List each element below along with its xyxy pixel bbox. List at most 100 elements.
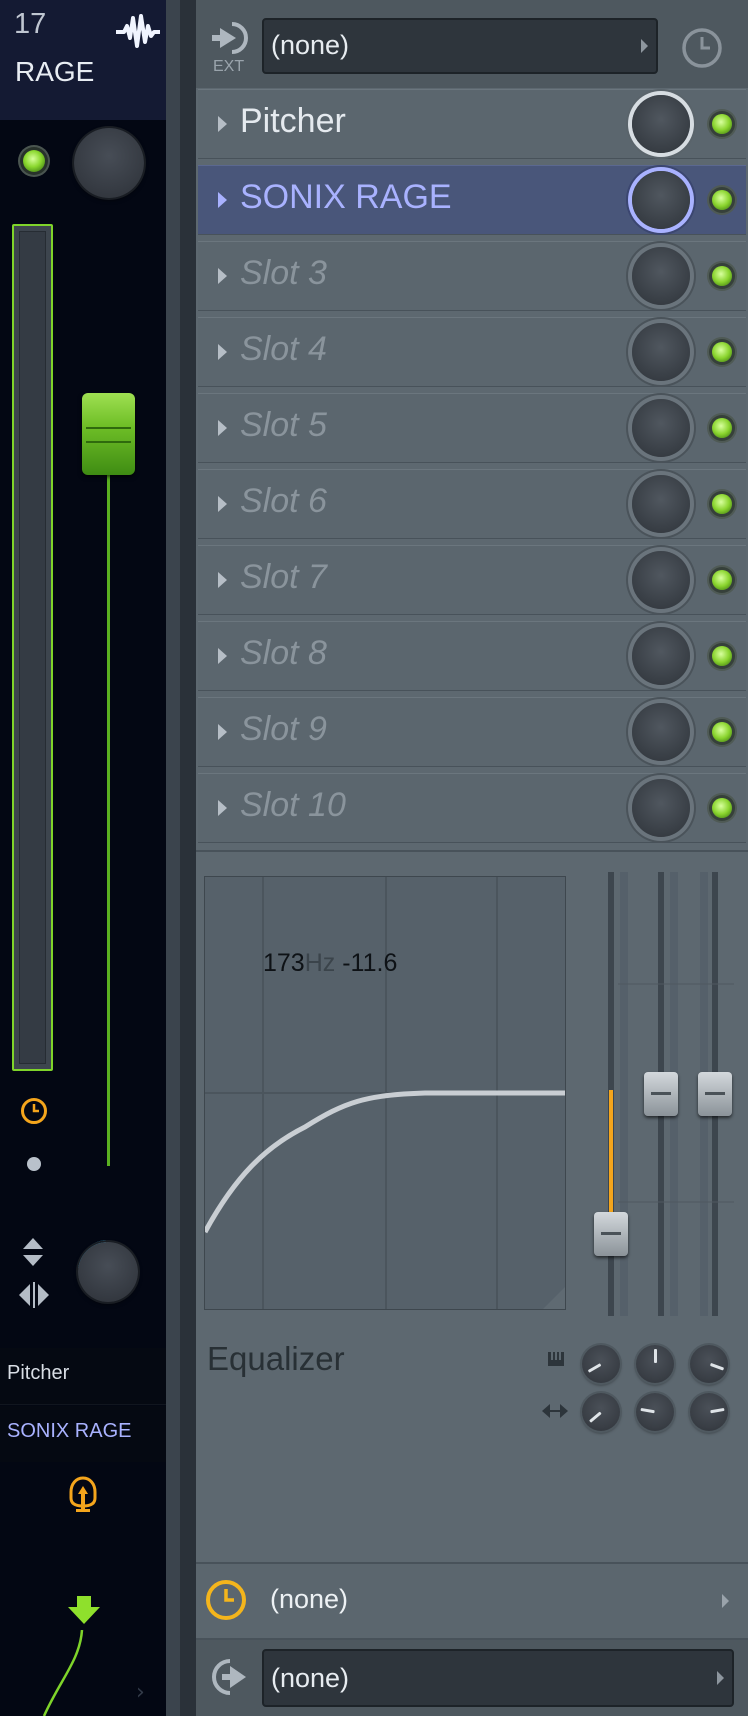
slot-name: Slot 8 [240,634,327,672]
route-label: SONIX RAGE [7,1420,132,1442]
effect-slot-9[interactable]: Slot 9 [198,697,746,767]
channel-name: RAGE [15,56,95,87]
effect-slot-5[interactable]: Slot 5 [198,393,746,463]
slot-mix-knob[interactable] [632,95,690,153]
slot-enable-led[interactable] [712,494,732,514]
expand-arrow-icon[interactable] [218,496,227,512]
slot-enable-led[interactable] [712,266,732,286]
channel-number: 17 [14,8,47,40]
effect-slot-7[interactable]: Slot 7 [198,545,746,615]
slot-enable-led[interactable] [712,722,732,742]
bandwidth-icon [542,1404,568,1418]
time-select-bar[interactable]: (none) [196,1564,748,1638]
expand-arrow-icon[interactable] [218,420,227,436]
slot-enable-led[interactable] [712,646,732,666]
channel-header[interactable]: 17 RAGE [0,0,166,120]
slot-name: SONIX RAGE [240,178,452,216]
expand-arrow-icon[interactable] [218,268,227,284]
eq-band-faders [590,872,736,1316]
slot-enable-led[interactable] [712,342,732,362]
eq-readout: 173Hz -11.6 [263,949,398,977]
slot-enable-led[interactable] [712,798,732,818]
expand-arrow-icon[interactable] [218,116,227,132]
slot-mix-knob[interactable] [632,247,690,305]
route-item-pitcher[interactable]: Pitcher [0,1348,166,1405]
piano-keys-icon [548,1352,564,1366]
effect-slot-6[interactable]: Slot 6 [198,469,746,539]
effect-slot-1[interactable]: Pitcher [198,89,746,159]
eq-mid-fader[interactable] [644,1072,678,1116]
arrow-down-icon[interactable] [68,1596,100,1624]
eq-high-fader[interactable] [698,1072,732,1116]
volume-fader-track [107,470,110,1166]
pan-knob[interactable] [74,1238,142,1306]
eq-low-freq-knob[interactable] [582,1345,620,1383]
slot-mix-knob[interactable] [632,171,690,229]
effect-slot-2[interactable]: SONIX RAGE [198,165,746,235]
channel-enable-led[interactable] [23,150,45,172]
slot-name: Slot 3 [240,254,327,292]
slot-name: Slot 4 [240,330,327,368]
chevron-right-icon[interactable]: › [136,1680,145,1705]
slot-mix-knob[interactable] [632,703,690,761]
route-label: Pitcher [7,1362,70,1384]
eq-graph[interactable]: 173Hz -11.6 [204,876,566,1310]
eq-high-bw-knob[interactable] [690,1393,728,1431]
send-icon[interactable] [68,1476,98,1516]
clock-icon[interactable] [204,1578,248,1622]
expand-arrow-icon[interactable] [218,800,227,816]
arm-disk-recording-dot[interactable] [27,1157,41,1171]
expand-arrow-icon[interactable] [218,572,227,588]
expand-arrow-icon[interactable] [218,648,227,664]
slot-name: Slot 9 [240,710,327,748]
effect-slot-3[interactable]: Slot 3 [198,241,746,311]
slot-name: Slot 5 [240,406,327,444]
swap-vertical-icon[interactable] [20,1236,46,1268]
stereo-separation-knob[interactable] [74,128,144,198]
expand-arrow-icon[interactable] [218,192,227,208]
eq-low-bw-knob[interactable] [582,1393,620,1431]
eq-mid-bw-knob[interactable] [636,1393,674,1431]
clock-icon[interactable] [680,26,724,70]
slot-enable-led[interactable] [712,190,732,210]
eq-mid-freq-knob[interactable] [636,1345,674,1383]
slot-mix-knob[interactable] [632,399,690,457]
mixer-channel-strip: 17 RAGE Pitcher SONIX RAGE › [0,0,166,1716]
slot-enable-led[interactable] [712,570,732,590]
slot-name: Slot 7 [240,558,327,596]
slot-name: Slot 10 [240,786,346,824]
route-item-sonix-rage[interactable]: SONIX RAGE [0,1406,166,1462]
waveform-icon[interactable] [116,12,160,52]
slot-name: Slot 6 [240,482,327,520]
ext-input-icon[interactable] [210,20,250,56]
slot-mix-knob[interactable] [632,627,690,685]
chevron-right-icon[interactable] [722,1594,729,1608]
input-select[interactable]: (none) [262,18,658,74]
expand-arrow-icon[interactable] [218,724,227,740]
input-bar: EXT (none) [196,0,748,88]
volume-fader[interactable] [82,393,135,475]
output-select[interactable]: (none) [262,1649,734,1707]
ext-label: EXT [213,58,245,75]
eq-high-freq-knob[interactable] [690,1345,728,1383]
slot-mix-knob[interactable] [632,475,690,533]
slot-mix-knob[interactable] [632,551,690,609]
slot-enable-led[interactable] [712,114,732,134]
clock-icon[interactable] [20,1097,48,1125]
output-bar: (none) [196,1640,748,1716]
expand-arrow-icon[interactable] [218,344,227,360]
peak-meter [12,224,53,1071]
slot-mix-knob[interactable] [632,323,690,381]
effects-panel: EXT (none) Pitcher SONIX RAGE Slot 3 Slo… [196,0,748,1716]
effect-slot-8[interactable]: Slot 8 [198,621,746,691]
slot-enable-led[interactable] [712,418,732,438]
output-icon[interactable] [208,1656,252,1698]
eq-low-fader[interactable] [594,1212,628,1256]
effect-slot-4[interactable]: Slot 4 [198,317,746,387]
time-select-value: (none) [270,1584,349,1614]
slot-mix-knob[interactable] [632,779,690,837]
effect-slot-10[interactable]: Slot 10 [198,773,746,843]
slot-name: Pitcher [240,102,346,140]
route-wire [42,1630,84,1716]
swap-channels-icon[interactable] [18,1282,50,1308]
